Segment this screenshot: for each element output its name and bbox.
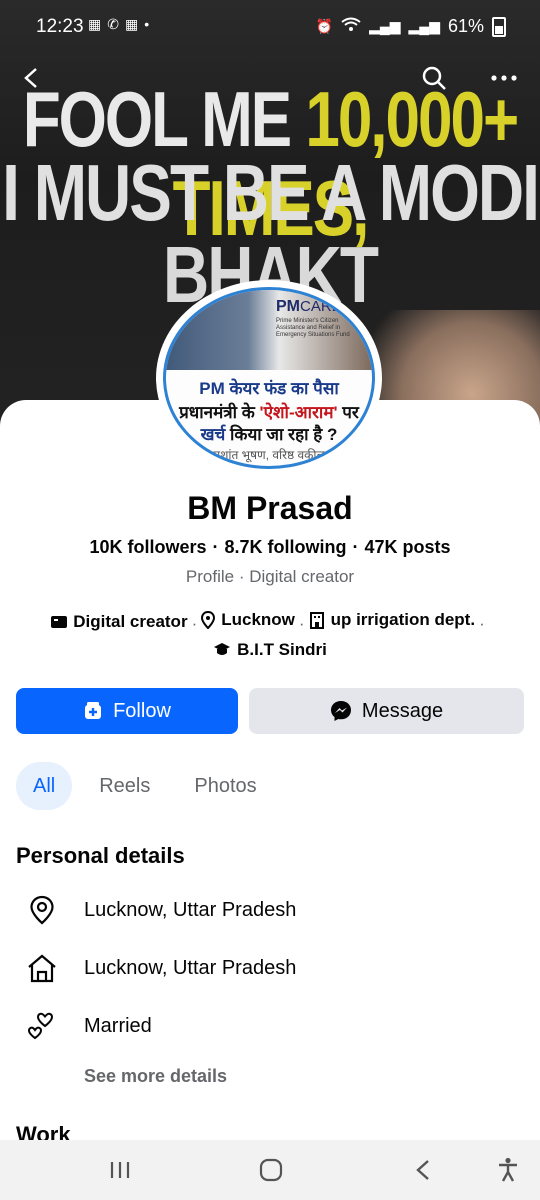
hearts-icon xyxy=(22,1006,62,1046)
home-button[interactable] xyxy=(253,1154,289,1186)
more-options-button[interactable] xyxy=(484,58,524,98)
location-pin-icon xyxy=(201,611,216,629)
status-time: 12:23 xyxy=(36,16,84,37)
building-icon xyxy=(309,612,324,629)
messenger-icon xyxy=(330,701,351,721)
detail-current-city: Lucknow, Uttar Pradesh xyxy=(22,890,296,930)
battery-icon xyxy=(492,16,506,37)
back-button[interactable] xyxy=(12,58,52,98)
message-button[interactable]: Message xyxy=(249,688,524,734)
missed-call-icon: ✆ xyxy=(107,16,125,32)
creator-icon xyxy=(51,616,68,628)
profile-picture-line-1: PM केयर फंड का पैसा xyxy=(199,379,339,398)
status-bar: 12:23 ▦✆▦• ⏰ ▂▄▆ ▂▄▆ 61% xyxy=(0,0,540,54)
profile-name: BM Prasad xyxy=(187,490,353,526)
cover-text-line-2: I MUST BE A MODI xyxy=(2,147,540,238)
dot-icon: • xyxy=(144,16,156,32)
profile-picture: PMCARES Prime Minister's Citizen Assista… xyxy=(163,287,375,469)
intro-creator: Digital creator xyxy=(51,609,188,635)
graduation-cap-icon xyxy=(214,643,231,655)
work-section-title: Work xyxy=(16,1122,71,1140)
followers-count[interactable]: 10K followers xyxy=(89,537,206,557)
profile-picture-ring[interactable]: PMCARES Prime Minister's Citizen Assista… xyxy=(156,280,382,476)
profile-stats: 10K followers · 8.7K following · 47K posts xyxy=(89,537,451,557)
more-icon xyxy=(491,75,517,81)
signal-sim2-icon: ▂▄▆ xyxy=(408,18,440,34)
profile-category: Profile · Digital creator xyxy=(185,567,355,586)
follow-button[interactable]: Follow xyxy=(16,688,238,734)
following-count[interactable]: 8.7K following xyxy=(225,537,347,557)
intro-work: up irrigation dept. xyxy=(309,607,475,633)
hometown-text: Lucknow, Uttar Pradesh xyxy=(84,956,297,979)
alarm-icon: ⏰ xyxy=(315,18,334,34)
detail-relationship: Married xyxy=(22,1006,152,1046)
recent-apps-icon xyxy=(110,1162,130,1178)
personal-details-title: Personal details xyxy=(16,843,185,868)
posts-count: 47K posts xyxy=(364,537,451,557)
back-chevron-icon xyxy=(416,1160,429,1180)
profile-picture-line-3: खर्च किया जा रहा है ? xyxy=(200,425,338,444)
system-navigation-bar xyxy=(0,1140,540,1200)
wifi-icon xyxy=(341,17,361,36)
recent-apps-button[interactable] xyxy=(102,1154,138,1186)
home-circle-icon xyxy=(259,1158,283,1182)
news-app-icon: ▦ xyxy=(88,16,108,32)
intro-location: Lucknow xyxy=(201,607,295,633)
pm-cares-logo-text: PMCARES xyxy=(276,298,352,315)
accessibility-button[interactable] xyxy=(490,1154,526,1186)
location-pin-icon xyxy=(22,890,62,930)
current-city-text: Lucknow, Uttar Pradesh xyxy=(84,898,297,921)
tab-photos[interactable]: Photos xyxy=(177,762,273,810)
system-icons: ⏰ ▂▄▆ ▂▄▆ 61% xyxy=(316,16,506,37)
accessibility-icon xyxy=(499,1157,517,1182)
relationship-text: Married xyxy=(84,1014,152,1037)
signal-sim1-icon: ▂▄▆ xyxy=(369,18,401,34)
profile-picture-line-4: प्रशांत भूषण, वरिष्ठ वकील xyxy=(213,448,325,462)
search-icon xyxy=(422,66,446,90)
intro-education: B.I.T Sindri xyxy=(213,637,327,663)
detail-hometown: Lucknow, Uttar Pradesh xyxy=(22,948,296,988)
profile-intro: Digital creator · Lucknow · up irrigation … xyxy=(0,607,540,666)
back-nav-button[interactable] xyxy=(405,1154,441,1186)
news-app-icon: ▦ xyxy=(124,16,145,32)
notification-icons: ▦✆▦• xyxy=(88,16,155,33)
tab-all[interactable]: All xyxy=(16,762,73,810)
pm-cares-subtitle: Prime Minister's Citizen Assistance and … xyxy=(276,318,350,338)
profile-picture-line-2: प्रधानमंत्री के 'ऐशो-आराम' पर xyxy=(179,403,359,422)
search-button[interactable] xyxy=(414,58,454,98)
tab-reels[interactable]: Reels xyxy=(82,762,167,810)
battery-percentage: 61% xyxy=(447,16,484,36)
see-more-details-link[interactable]: See more details xyxy=(84,1066,227,1087)
top-navigation xyxy=(0,52,540,102)
chevron-left-icon xyxy=(24,68,37,88)
profile-tabs: All Reels Photos xyxy=(16,762,274,810)
follow-icon xyxy=(85,702,102,719)
home-icon xyxy=(22,948,62,988)
